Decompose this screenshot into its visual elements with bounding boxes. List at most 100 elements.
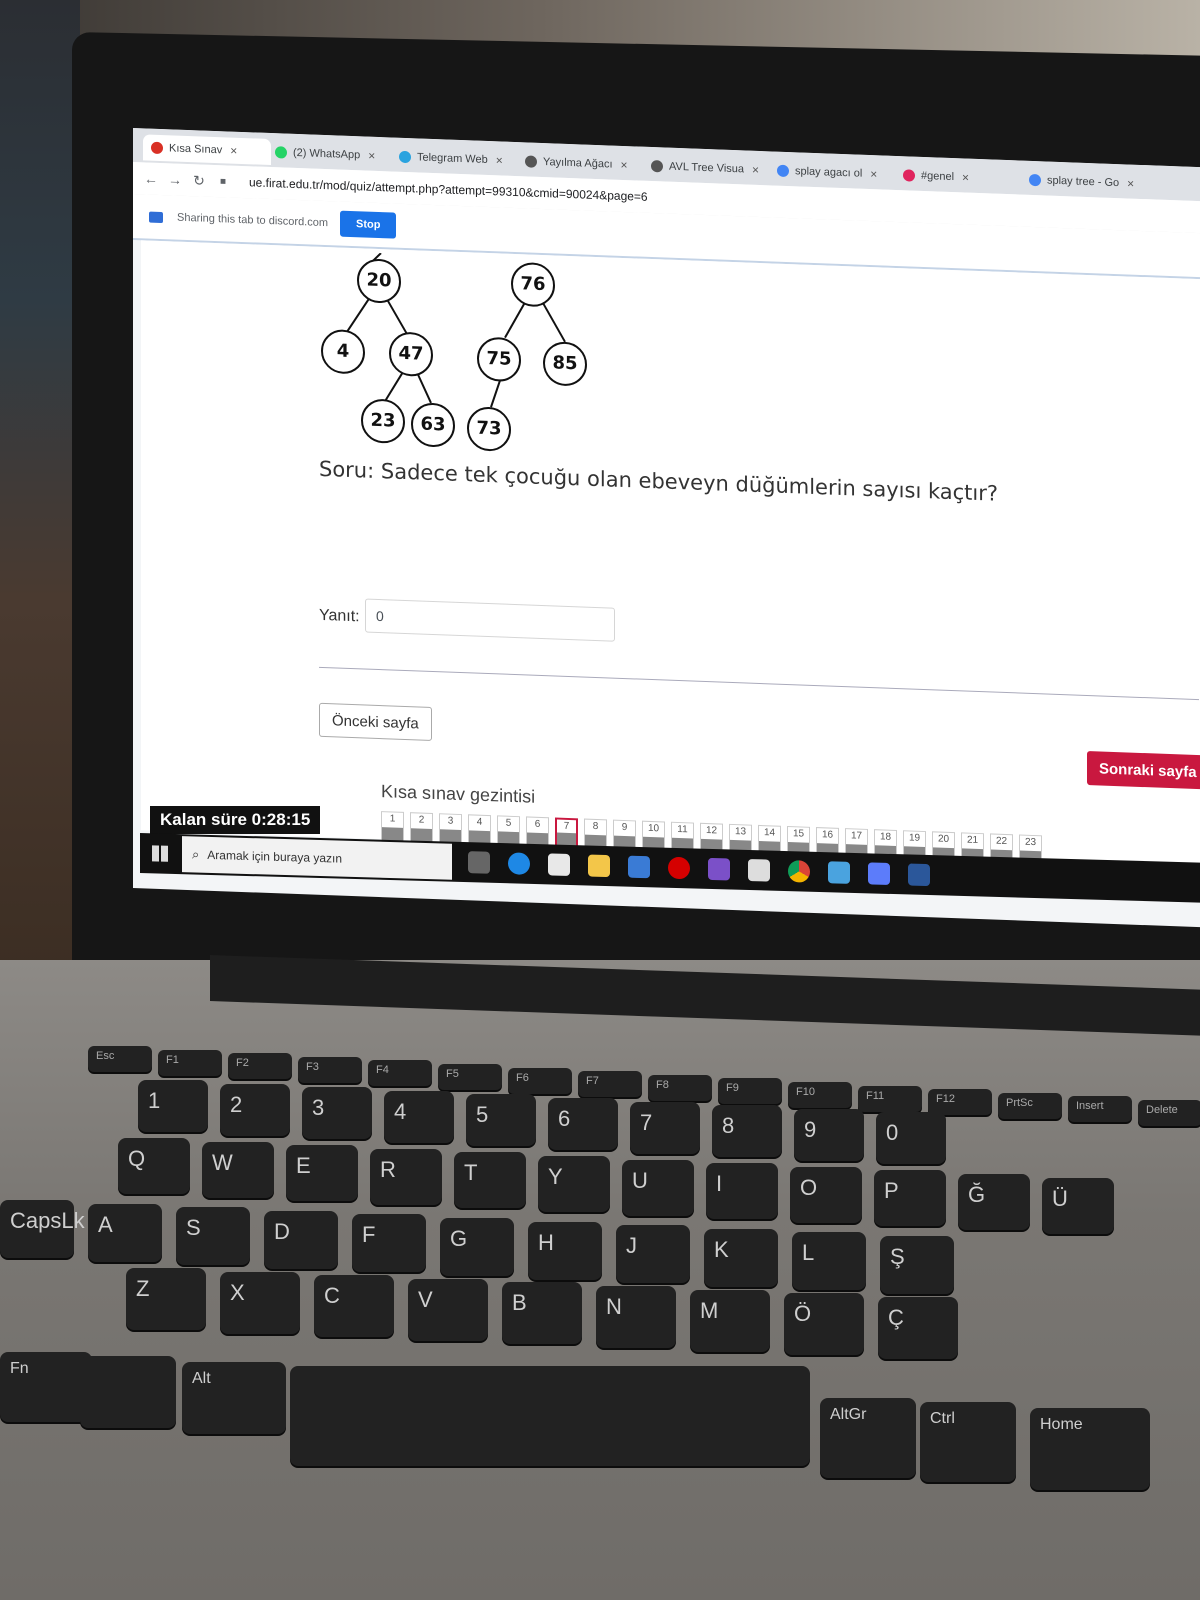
keyboard-key[interactable]: 0: [876, 1112, 946, 1165]
unity-icon[interactable]: [748, 858, 770, 882]
keyboard-key[interactable]: K: [704, 1228, 778, 1287]
keyboard-key[interactable]: F1: [158, 1049, 222, 1076]
keyboard-key[interactable]: 1: [138, 1080, 208, 1132]
keyboard-key[interactable]: 7: [630, 1101, 700, 1154]
quiz-nav-item[interactable]: 6: [526, 816, 549, 848]
tab-yayilma-agaci[interactable]: Yayılma Ağacı ×: [525, 148, 637, 178]
close-icon[interactable]: ×: [870, 167, 877, 181]
tab-genel[interactable]: #genel ×: [903, 162, 1015, 192]
keyboard-key[interactable]: Ş: [880, 1236, 954, 1294]
keyboard-key[interactable]: U: [622, 1159, 694, 1216]
app-icon[interactable]: [828, 861, 850, 884]
keyboard-key[interactable]: Ctrl: [920, 1402, 1016, 1482]
close-icon[interactable]: ×: [368, 149, 375, 163]
previous-page-button[interactable]: Önceki sayfa: [319, 702, 432, 741]
keyboard-key[interactable]: H: [528, 1221, 602, 1280]
answer-input[interactable]: [365, 598, 615, 642]
keyboard-key[interactable]: 3: [302, 1087, 372, 1140]
keyboard-key[interactable]: Home: [1030, 1408, 1150, 1490]
keyboard-key[interactable]: Z: [126, 1268, 206, 1330]
keyboard-key[interactable]: Ğ: [958, 1174, 1030, 1230]
windows-start-icon[interactable]: [152, 845, 168, 862]
forward-arrow-icon[interactable]: →: [163, 171, 187, 188]
keyboard-key[interactable]: F8: [648, 1074, 712, 1101]
task-view-icon[interactable]: [468, 851, 490, 874]
keyboard-key[interactable]: PrtSc: [998, 1092, 1062, 1119]
quiz-nav-item[interactable]: 1: [381, 811, 404, 842]
keyboard-key[interactable]: R: [370, 1148, 442, 1205]
keyboard-key[interactable]: Delete: [1138, 1100, 1200, 1126]
keyboard-key[interactable]: C: [314, 1275, 394, 1338]
taskbar-search[interactable]: ⌕ Aramak için buraya yazın: [182, 836, 452, 880]
quiz-nav-item[interactable]: 3: [439, 813, 462, 845]
tab-whatsapp[interactable]: (2) WhatsApp ×: [275, 139, 387, 169]
quiz-nav-item[interactable]: 5: [497, 815, 520, 847]
tab-splay-tree[interactable]: splay tree - Go ×: [1029, 167, 1141, 197]
keyboard-key[interactable]: F9: [718, 1078, 782, 1105]
keyboard-key[interactable]: Insert: [1068, 1096, 1132, 1123]
keyboard-key[interactable]: Ü: [1042, 1177, 1114, 1234]
tab-kisa-sinav[interactable]: Kısa Sınav ×: [143, 134, 271, 166]
keyboard-key[interactable]: F3: [298, 1056, 362, 1083]
keyboard-key[interactable]: Ç: [878, 1296, 958, 1359]
keyboard-key[interactable]: 9: [794, 1108, 864, 1161]
keyboard-key[interactable]: 5: [466, 1094, 536, 1147]
keyboard-key[interactable]: Fn: [0, 1352, 92, 1422]
keyboard-key[interactable]: Esc: [88, 1046, 152, 1072]
store-icon[interactable]: [548, 853, 570, 877]
keyboard-key[interactable]: N: [596, 1286, 676, 1348]
keyboard-key[interactable]: F7: [578, 1071, 642, 1098]
spacebar[interactable]: [290, 1366, 810, 1466]
quiz-nav-item[interactable]: 2: [410, 812, 433, 844]
mail-icon[interactable]: [628, 855, 650, 879]
keyboard-key[interactable]: 4: [384, 1090, 454, 1143]
tab-splay-agaci[interactable]: splay agacı ol ×: [777, 158, 889, 188]
keyboard-key[interactable]: L: [792, 1232, 866, 1291]
keyboard-key[interactable]: E: [286, 1145, 358, 1202]
keyboard-key[interactable]: Q: [118, 1138, 190, 1194]
keyboard-key[interactable]: S: [176, 1207, 250, 1266]
keyboard-key[interactable]: J: [616, 1225, 690, 1284]
keyboard-key[interactable]: G: [440, 1218, 514, 1276]
word-icon[interactable]: [908, 863, 930, 887]
keyboard-key[interactable]: Y: [538, 1156, 610, 1212]
keyboard-key[interactable]: F2: [228, 1053, 292, 1080]
keyboard-key[interactable]: O: [790, 1166, 862, 1223]
keyboard-key[interactable]: A: [88, 1203, 162, 1262]
keyboard-key[interactable]: Alt: [182, 1362, 286, 1434]
file-explorer-icon[interactable]: [588, 854, 610, 878]
keyboard-key[interactable]: F10: [788, 1082, 852, 1108]
keyboard-key[interactable]: 8: [712, 1105, 782, 1158]
quiz-nav-item[interactable]: 4: [468, 814, 491, 846]
tab-avl-tree[interactable]: AVL Tree Visua ×: [651, 153, 763, 183]
keyboard-key[interactable]: 6: [548, 1098, 618, 1150]
close-icon[interactable]: ×: [752, 163, 759, 177]
keyboard-key[interactable]: 2: [220, 1083, 290, 1136]
keyboard-key[interactable]: F11: [858, 1085, 922, 1112]
keyboard-key[interactable]: F5: [438, 1064, 502, 1090]
windows-key-icon[interactable]: [80, 1356, 176, 1428]
close-icon[interactable]: ×: [230, 144, 237, 158]
tab-telegram[interactable]: Telegram Web ×: [399, 144, 511, 174]
keyboard-key[interactable]: P: [874, 1170, 946, 1227]
stop-sharing-button[interactable]: Stop: [340, 210, 397, 239]
keyboard-key[interactable]: F6: [508, 1067, 572, 1094]
keyboard-key[interactable]: F: [352, 1214, 426, 1273]
next-page-button[interactable]: Sonraki sayfa: [1087, 750, 1200, 790]
keyboard-key[interactable]: Ö: [784, 1293, 864, 1356]
visual-studio-icon[interactable]: [708, 857, 730, 881]
keyboard-key[interactable]: V: [408, 1278, 488, 1341]
app-icon[interactable]: [868, 862, 890, 885]
chrome-icon[interactable]: [788, 860, 810, 883]
keyboard-key[interactable]: X: [220, 1271, 300, 1334]
keyboard-key[interactable]: D: [264, 1210, 338, 1269]
close-icon[interactable]: ×: [621, 158, 628, 172]
close-icon[interactable]: ×: [962, 170, 969, 184]
quiz-nav-item[interactable]: 7: [555, 817, 578, 849]
reload-icon[interactable]: ↻: [187, 171, 211, 189]
keyboard-key[interactable]: M: [690, 1289, 770, 1352]
close-icon[interactable]: ×: [496, 153, 503, 167]
keyboard-key[interactable]: AltGr: [820, 1398, 916, 1478]
close-icon[interactable]: ×: [1127, 176, 1134, 190]
keyboard-key[interactable]: CapsLk: [0, 1200, 85, 1258]
